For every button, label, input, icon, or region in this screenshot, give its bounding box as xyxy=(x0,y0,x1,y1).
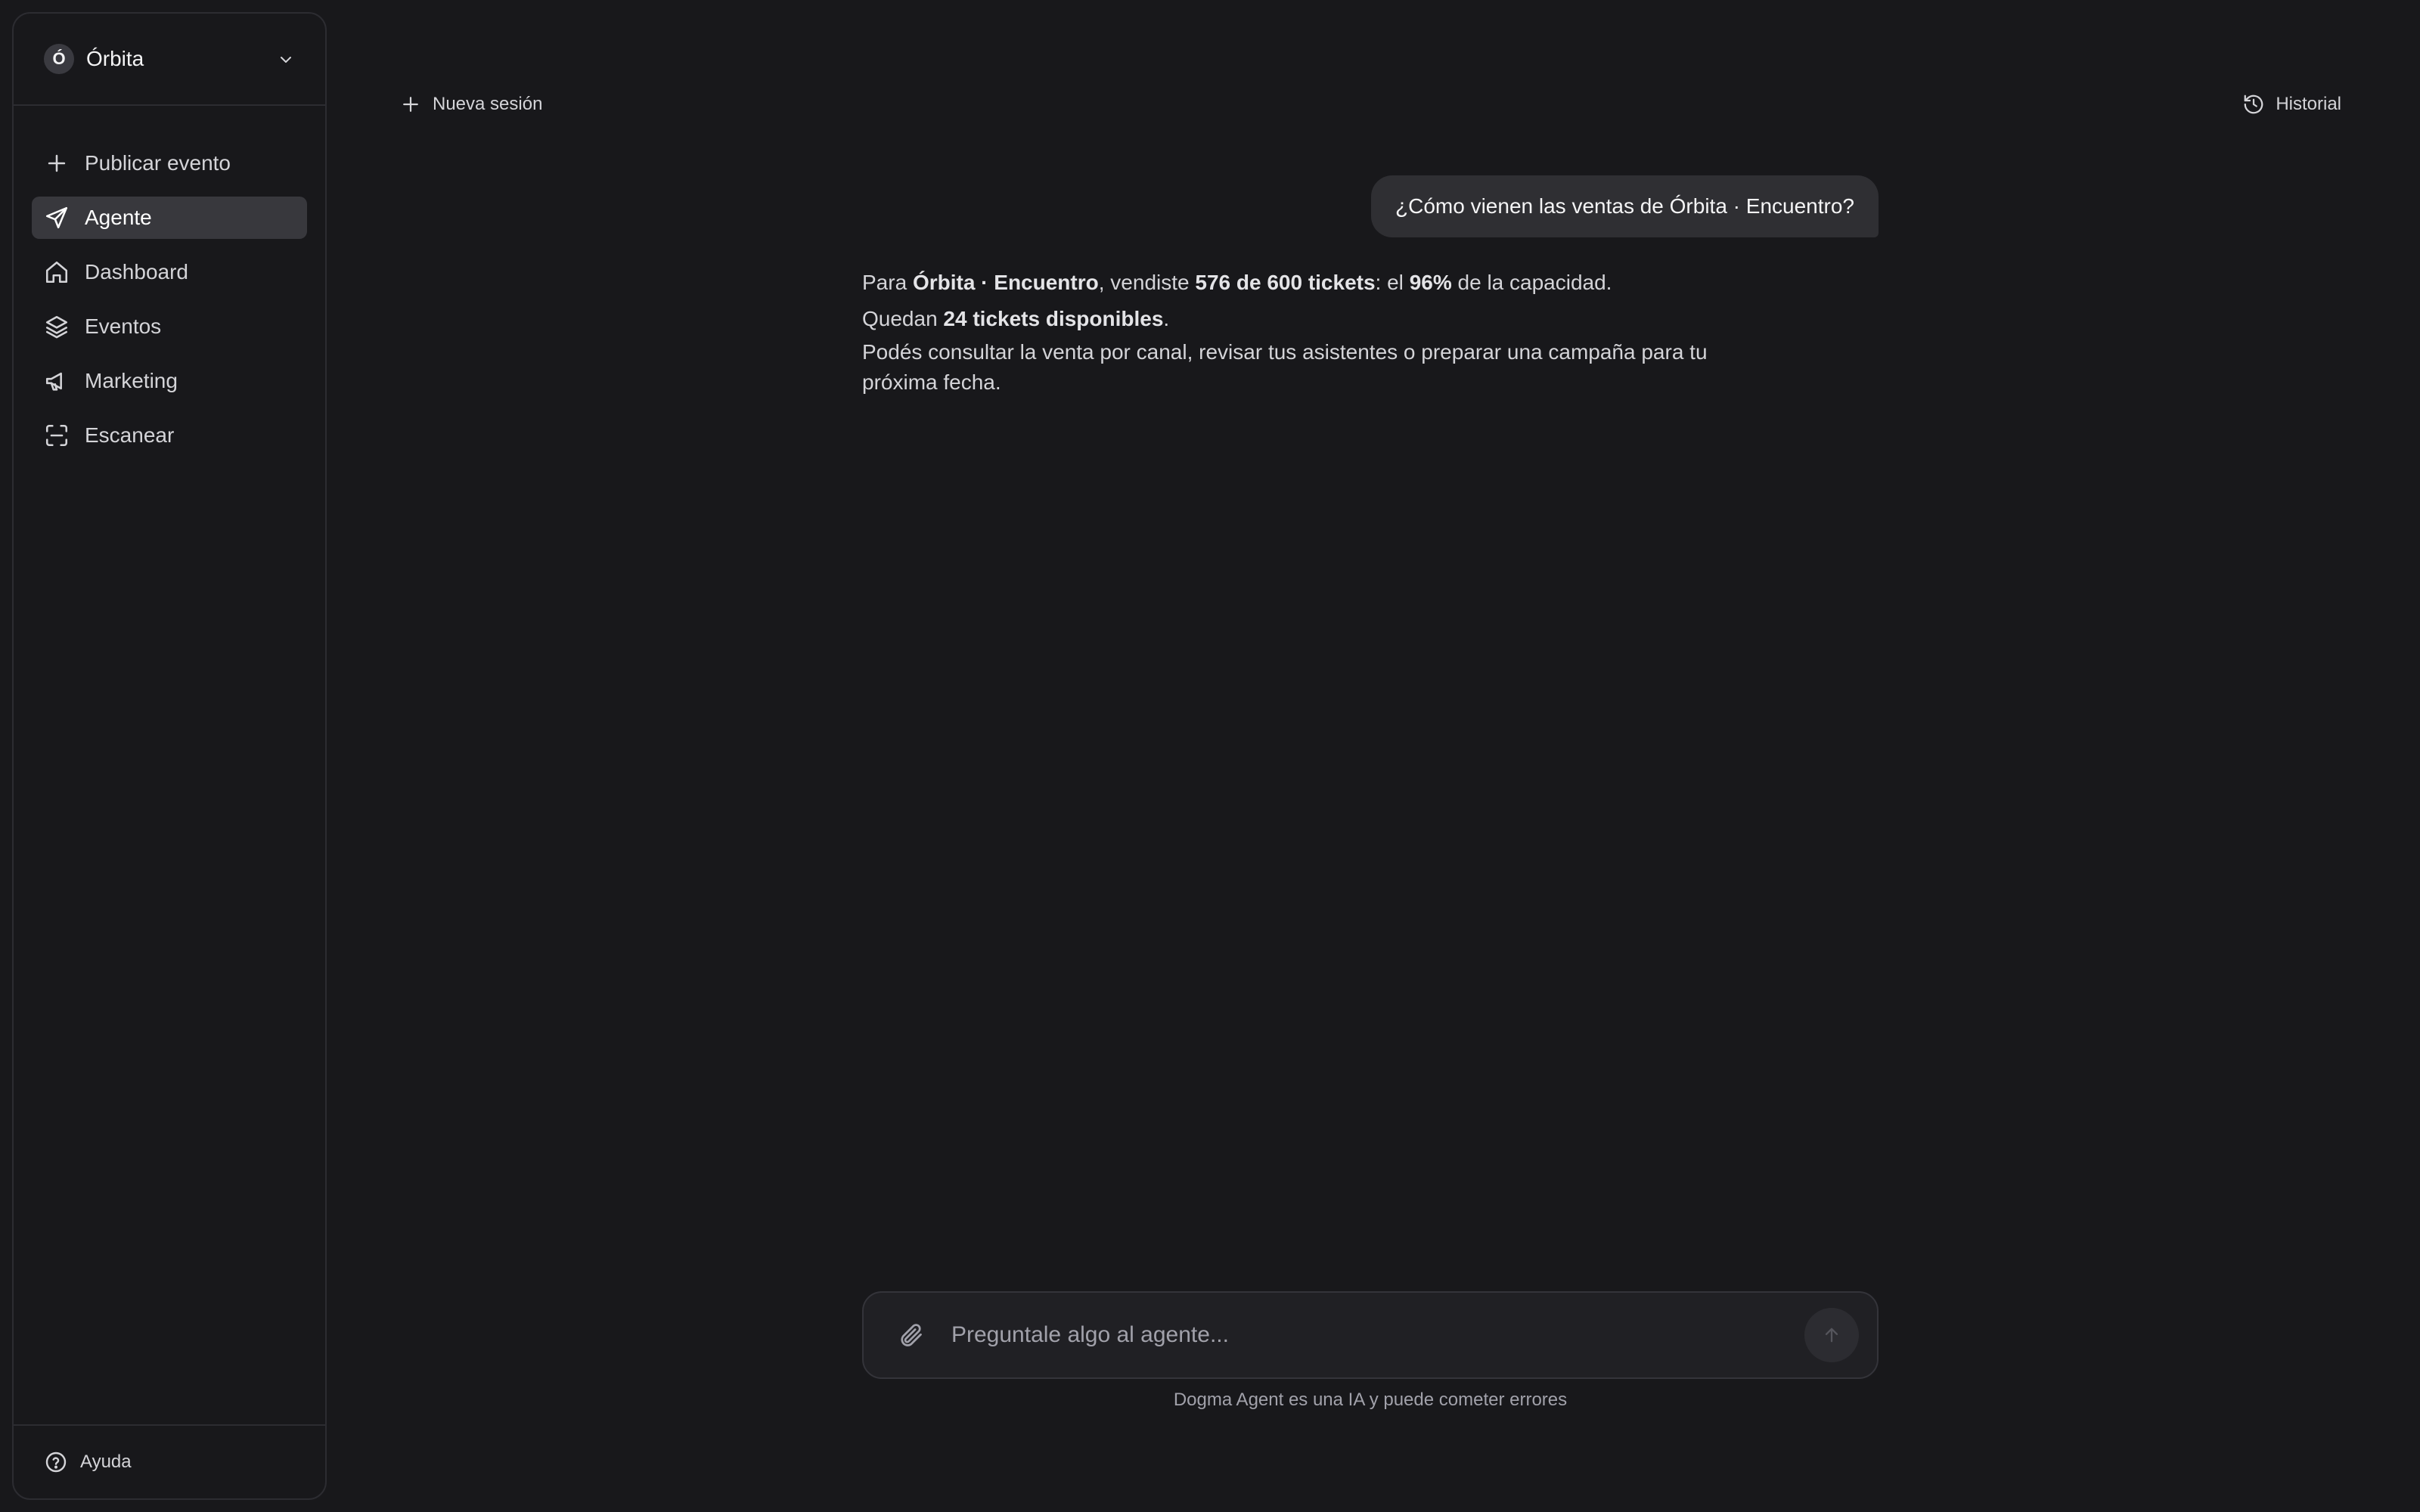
answer-line-2: Quedan 24 tickets disponibles. xyxy=(862,301,1709,337)
sidebar-item-dashboard[interactable]: Dashboard xyxy=(32,251,307,293)
help-circle-icon xyxy=(45,1452,67,1473)
agent-answer: Para Órbita · Encuentro, vendiste 576 de… xyxy=(862,265,1709,398)
help-link[interactable]: Ayuda xyxy=(14,1424,325,1498)
answer-percentage: 96% xyxy=(1409,271,1452,294)
scan-icon xyxy=(45,424,68,447)
answer-text: , vendiste xyxy=(1098,271,1196,294)
send-icon xyxy=(45,206,68,229)
sidebar-item-eventos[interactable]: Eventos xyxy=(32,305,307,348)
sidebar-item-escanear[interactable]: Escanear xyxy=(32,414,307,457)
megaphone-icon xyxy=(45,372,62,391)
sidebar-item-label: Dashboard xyxy=(85,260,188,284)
answer-text: de la capacidad. xyxy=(1451,271,1612,294)
user-message: ¿Cómo vienen las ventas de Órbita · Encu… xyxy=(1371,175,1879,237)
history-icon xyxy=(2244,94,2263,114)
new-session-button[interactable]: Nueva sesión xyxy=(399,89,542,119)
layers-icon xyxy=(45,315,68,339)
answer-text: . xyxy=(1163,307,1170,330)
new-session-label: Nueva sesión xyxy=(433,94,543,114)
send-button[interactable] xyxy=(1804,1308,1859,1362)
chevron-down-icon xyxy=(281,57,291,63)
history-button[interactable]: Historial xyxy=(2242,89,2341,119)
sidebar-item-label: Agente xyxy=(85,206,152,229)
sidebar: Ó Órbita Publicar evento Agente Dashboar… xyxy=(12,12,327,1500)
answer-line-3: Podés consultar la venta por canal, revi… xyxy=(862,340,1708,394)
workspace-switcher[interactable]: Ó Órbita xyxy=(14,14,325,106)
answer-text: : el xyxy=(1375,271,1410,294)
answer-event-name: Órbita · Encuentro xyxy=(912,271,1099,294)
sidebar-item-label: Publicar evento xyxy=(85,151,231,175)
plus-icon xyxy=(403,97,418,112)
plus-icon xyxy=(48,154,66,172)
sidebar-nav: Publicar evento Agente Dashboard Eventos… xyxy=(32,142,307,469)
sidebar-item-label: Escanear xyxy=(85,423,175,447)
history-label: Historial xyxy=(2276,94,2341,114)
sidebar-item-marketing[interactable]: Marketing xyxy=(32,360,307,402)
ai-disclaimer: Dogma Agent es una IA y puede cometer er… xyxy=(1173,1390,1568,1410)
answer-text: Para xyxy=(862,271,913,294)
help-label: Ayuda xyxy=(80,1452,132,1472)
answer-line-1: Para Órbita · Encuentro, vendiste 576 de… xyxy=(862,265,1709,301)
sidebar-item-label: Marketing xyxy=(85,369,178,392)
sidebar-item-publicar-evento[interactable]: Publicar evento xyxy=(32,142,307,184)
workspace-avatar: Ó xyxy=(44,44,74,74)
workspace-name: Órbita xyxy=(86,47,144,70)
app-root: Ó Órbita Publicar evento Agente Dashboar… xyxy=(0,0,2420,1512)
answer-text: Quedan xyxy=(862,307,944,330)
answer-tickets-sold: 576 de 600 tickets xyxy=(1195,271,1376,294)
sidebar-item-agente[interactable]: Agente xyxy=(32,197,307,239)
chat-composer xyxy=(862,1291,1879,1379)
home-icon xyxy=(45,261,68,284)
arrow-up-icon xyxy=(1825,1328,1838,1343)
paperclip-icon[interactable] xyxy=(897,1321,924,1349)
answer-tickets-available: 24 tickets disponibles xyxy=(943,307,1164,330)
sidebar-item-label: Eventos xyxy=(85,314,162,338)
chat-input[interactable] xyxy=(951,1322,1804,1348)
